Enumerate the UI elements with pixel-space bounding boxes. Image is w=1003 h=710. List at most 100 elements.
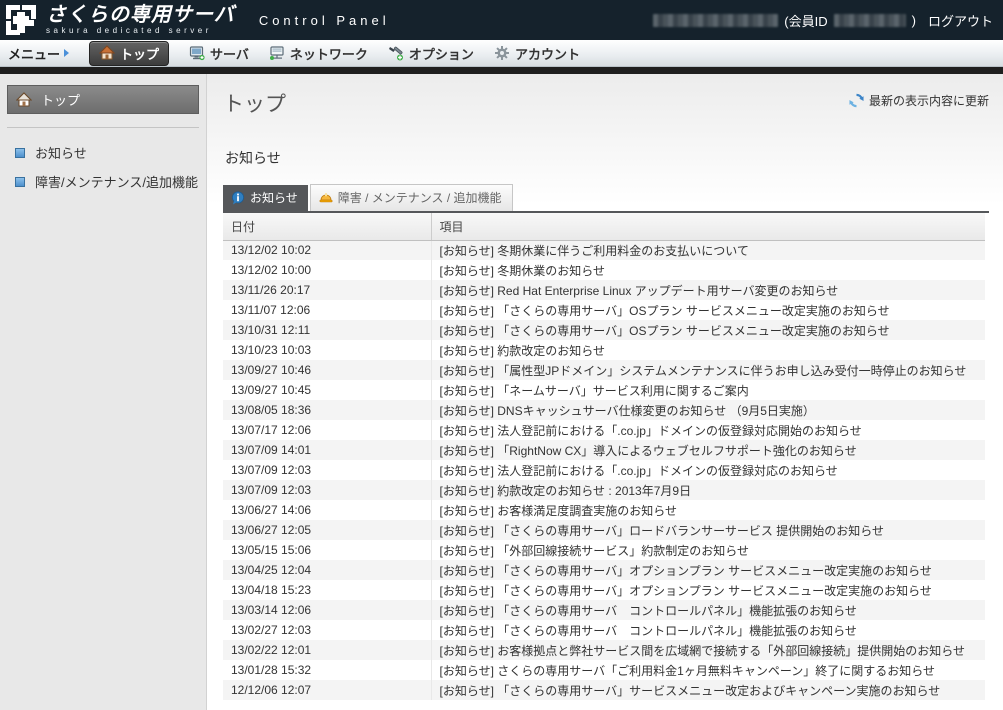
announcement-row[interactable]: 13/02/22 12:01 [お知らせ] お客様拠点と弊社サービス間を広域網で…: [223, 640, 985, 660]
redacted-member-id: [834, 14, 906, 27]
bullet-icon: [15, 148, 25, 158]
nav-item-server[interactable]: サーバ: [189, 44, 249, 63]
announcement-title[interactable]: [お知らせ] 「さくらの専用サーバ コントロールパネル」機能拡張のお知らせ: [431, 620, 985, 640]
announcement-date: 13/09/27 10:45: [223, 380, 431, 400]
announcement-row[interactable]: 12/12/06 12:07 [お知らせ] 「さくらの専用サーバ」サービスメニュ…: [223, 680, 985, 700]
announcement-row[interactable]: 13/06/27 12:05 [お知らせ] 「さくらの専用サーバ」ロードバランサ…: [223, 520, 985, 540]
announcement-row[interactable]: 13/09/27 10:46 [お知らせ] 「属性型JPドメイン」システムメンテ…: [223, 360, 985, 380]
sidebar: トップ お知らせ 障害/メンテナンス/追加機能: [0, 74, 207, 710]
announcement-title[interactable]: [お知らせ] 「さくらの専用サーバ」オプションプラン サービスメニュー改定実施の…: [431, 560, 985, 580]
announcement-title[interactable]: [お知らせ] 「さくらの専用サーバ」オプションプラン サービスメニュー改定実施の…: [431, 580, 985, 600]
announcement-title[interactable]: [お知らせ] 「外部回線接続サービス」約款制定のお知らせ: [431, 540, 985, 560]
announcement-row[interactable]: 13/11/07 12:06 [お知らせ] 「さくらの専用サーバ」OSプラン サ…: [223, 300, 985, 320]
announcement-row[interactable]: 13/07/09 12:03 [お知らせ] 法人登記前における「.co.jp」ド…: [223, 460, 985, 480]
announcement-date: 13/06/27 12:05: [223, 520, 431, 540]
announcement-row[interactable]: 13/04/18 15:23 [お知らせ] 「さくらの専用サーバ」オプションプラ…: [223, 580, 985, 600]
announcement-date: 12/12/06 12:07: [223, 680, 431, 700]
main-content: トップ 最新の表示内容に更新 お知らせ お知らせ: [207, 74, 1003, 710]
announcement-title[interactable]: [お知らせ] 「さくらの専用サーバ」ロードバランサーサービス 提供開始のお知らせ: [431, 520, 985, 540]
logout-link[interactable]: ログアウト: [928, 11, 993, 30]
nav-item-label: サーバ: [210, 44, 249, 63]
refresh-button[interactable]: 最新の表示内容に更新: [849, 92, 989, 109]
announcement-title[interactable]: [お知らせ] さくらの専用サーバ「ご利用料金1ヶ月無料キャンペーン」終了に関する…: [431, 660, 985, 680]
gear-icon: [494, 45, 510, 61]
announcement-row[interactable]: 13/10/23 10:03 [お知らせ] 約款改定のお知らせ: [223, 340, 985, 360]
server-icon: [189, 45, 205, 61]
nav-item-option[interactable]: オプション: [388, 44, 474, 63]
announcement-title[interactable]: [お知らせ] 「さくらの専用サーバ」OSプラン サービスメニュー改定実施のお知ら…: [431, 300, 985, 320]
announcement-row[interactable]: 13/07/17 12:06 [お知らせ] 法人登記前における「.co.jp」ド…: [223, 420, 985, 440]
announcement-title[interactable]: [お知らせ] お客様拠点と弊社サービス間を広域網で接続する「外部回線接続」提供開…: [431, 640, 985, 660]
announcement-date: 13/04/18 15:23: [223, 580, 431, 600]
tab-maintenance[interactable]: 障害 / メンテナンス / 追加機能: [310, 184, 513, 211]
nav-item-top[interactable]: トップ: [89, 41, 169, 66]
announcement-row[interactable]: 13/09/27 10:45 [お知らせ] 「ネームサーバ」サービス利用に関する…: [223, 380, 985, 400]
announcement-row[interactable]: 13/03/14 12:06 [お知らせ] 「さくらの専用サーバ コントロールパ…: [223, 600, 985, 620]
announcement-date: 13/02/22 12:01: [223, 640, 431, 660]
announcement-title[interactable]: [お知らせ] 「ネームサーバ」サービス利用に関するご案内: [431, 380, 985, 400]
announcement-title[interactable]: [お知らせ] 約款改定のお知らせ : 2013年7月9日: [431, 480, 985, 500]
announcement-row[interactable]: 13/05/15 15:06 [お知らせ] 「外部回線接続サービス」約款制定のお…: [223, 540, 985, 560]
announcement-row[interactable]: 13/07/09 14:01 [お知らせ] 「RightNow CX」導入による…: [223, 440, 985, 460]
announcement-date: 13/07/09 12:03: [223, 480, 431, 500]
announcement-title[interactable]: [お知らせ] 「さくらの専用サーバ」サービスメニュー改定およびキャンペーン実施の…: [431, 680, 985, 700]
announcement-row[interactable]: 13/11/26 20:17 [お知らせ] Red Hat Enterprise…: [223, 280, 985, 300]
logo-subtitle: sakura dedicated server: [46, 27, 235, 35]
announcement-title[interactable]: [お知らせ] 「さくらの専用サーバ」OSプラン サービスメニュー改定実施のお知ら…: [431, 320, 985, 340]
announcement-date: 13/08/05 18:36: [223, 400, 431, 420]
home-icon: [99, 45, 115, 61]
announcement-date: 13/05/15 15:06: [223, 540, 431, 560]
announcement-date: 13/02/27 12:03: [223, 620, 431, 640]
menu-button[interactable]: メニュー: [8, 44, 69, 63]
info-icon: [231, 191, 245, 205]
announcement-date: 13/12/02 10:00: [223, 260, 431, 280]
announcement-row[interactable]: 13/12/02 10:02 [お知らせ] 冬期休業に伴うご利用料金のお支払いに…: [223, 240, 985, 260]
announcement-row[interactable]: 13/12/02 10:00 [お知らせ] 冬期休業のお知らせ: [223, 260, 985, 280]
announcement-title[interactable]: [お知らせ] DNSキャッシュサーバ仕様変更のお知らせ （9月5日実施）: [431, 400, 985, 420]
announcement-title[interactable]: [お知らせ] 冬期休業のお知らせ: [431, 260, 985, 280]
announcement-date: 13/07/09 12:03: [223, 460, 431, 480]
nav-item-account[interactable]: アカウント: [494, 44, 580, 63]
announcement-row[interactable]: 13/04/25 12:04 [お知らせ] 「さくらの専用サーバ」オプションプラ…: [223, 560, 985, 580]
nav-item-label: トップ: [120, 44, 159, 63]
nav-item-network[interactable]: ネットワーク: [269, 44, 368, 63]
bullet-icon: [15, 177, 25, 187]
main-navbar: メニュー トップ サーバ ネットワーク: [0, 40, 1003, 67]
sidebar-item-maintenance[interactable]: 障害/メンテナンス/追加機能: [0, 167, 206, 196]
announcement-row[interactable]: 13/01/28 15:32 [お知らせ] さくらの専用サーバ「ご利用料金1ヶ月…: [223, 660, 985, 680]
sidebar-item-announcements[interactable]: お知らせ: [0, 138, 206, 167]
member-id-suffix: ): [912, 13, 916, 28]
sakura-logo-icon: [4, 3, 38, 37]
column-header-date: 日付: [223, 213, 431, 240]
sidebar-separator: [7, 127, 199, 128]
announcement-title[interactable]: [お知らせ] 「RightNow CX」導入によるウェブセルフサポート強化のお知…: [431, 440, 985, 460]
tab-announcements[interactable]: お知らせ: [223, 185, 308, 211]
announcement-title[interactable]: [お知らせ] 法人登記前における「.co.jp」ドメインの仮登録対応のお知らせ: [431, 460, 985, 480]
announcement-title[interactable]: [お知らせ] お客様満足度調査実施のお知らせ: [431, 500, 985, 520]
announcement-title[interactable]: [お知らせ] 「属性型JPドメイン」システムメンテナンスに伴うお申し込み受付一時…: [431, 360, 985, 380]
announcement-date: 13/12/02 10:02: [223, 240, 431, 260]
announcement-date: 13/01/28 15:32: [223, 660, 431, 680]
announcement-date: 13/11/07 12:06: [223, 300, 431, 320]
refresh-icon: [849, 93, 864, 108]
announcement-title[interactable]: [お知らせ] 法人登記前における「.co.jp」ドメインの仮登録対応開始のお知ら…: [431, 420, 985, 440]
app-header: さくらの専用サーバ sakura dedicated server Contro…: [0, 0, 1003, 40]
announcement-row[interactable]: 13/06/27 14:06 [お知らせ] お客様満足度調査実施のお知らせ: [223, 500, 985, 520]
sidebar-header-top[interactable]: トップ: [7, 85, 199, 114]
announcement-title[interactable]: [お知らせ] 冬期休業に伴うご利用料金のお支払いについて: [431, 240, 985, 260]
announcement-row[interactable]: 13/10/31 12:11 [お知らせ] 「さくらの専用サーバ」OSプラン サ…: [223, 320, 985, 340]
product-label: Control Panel: [259, 13, 390, 28]
menu-arrow-icon: [64, 49, 69, 57]
announcement-row[interactable]: 13/08/05 18:36 [お知らせ] DNSキャッシュサーバ仕様変更のお知…: [223, 400, 985, 420]
announcement-title[interactable]: [お知らせ] 「さくらの専用サーバ コントロールパネル」機能拡張のお知らせ: [431, 600, 985, 620]
option-tool-icon: [388, 45, 404, 61]
announcement-title[interactable]: [お知らせ] 約款改定のお知らせ: [431, 340, 985, 360]
logo-title: さくらの専用サーバ: [46, 5, 235, 25]
sidebar-header-label: トップ: [41, 90, 80, 109]
announcement-date: 13/11/26 20:17: [223, 280, 431, 300]
announcement-title[interactable]: [お知らせ] Red Hat Enterprise Linux アップデート用サ…: [431, 280, 985, 300]
announcement-row[interactable]: 13/02/27 12:03 [お知らせ] 「さくらの専用サーバ コントロールパ…: [223, 620, 985, 640]
announcement-row[interactable]: 13/07/09 12:03 [お知らせ] 約款改定のお知らせ : 2013年7…: [223, 480, 985, 500]
member-id-prefix: (会員ID: [784, 11, 827, 30]
announcement-date: 13/04/25 12:04: [223, 560, 431, 580]
